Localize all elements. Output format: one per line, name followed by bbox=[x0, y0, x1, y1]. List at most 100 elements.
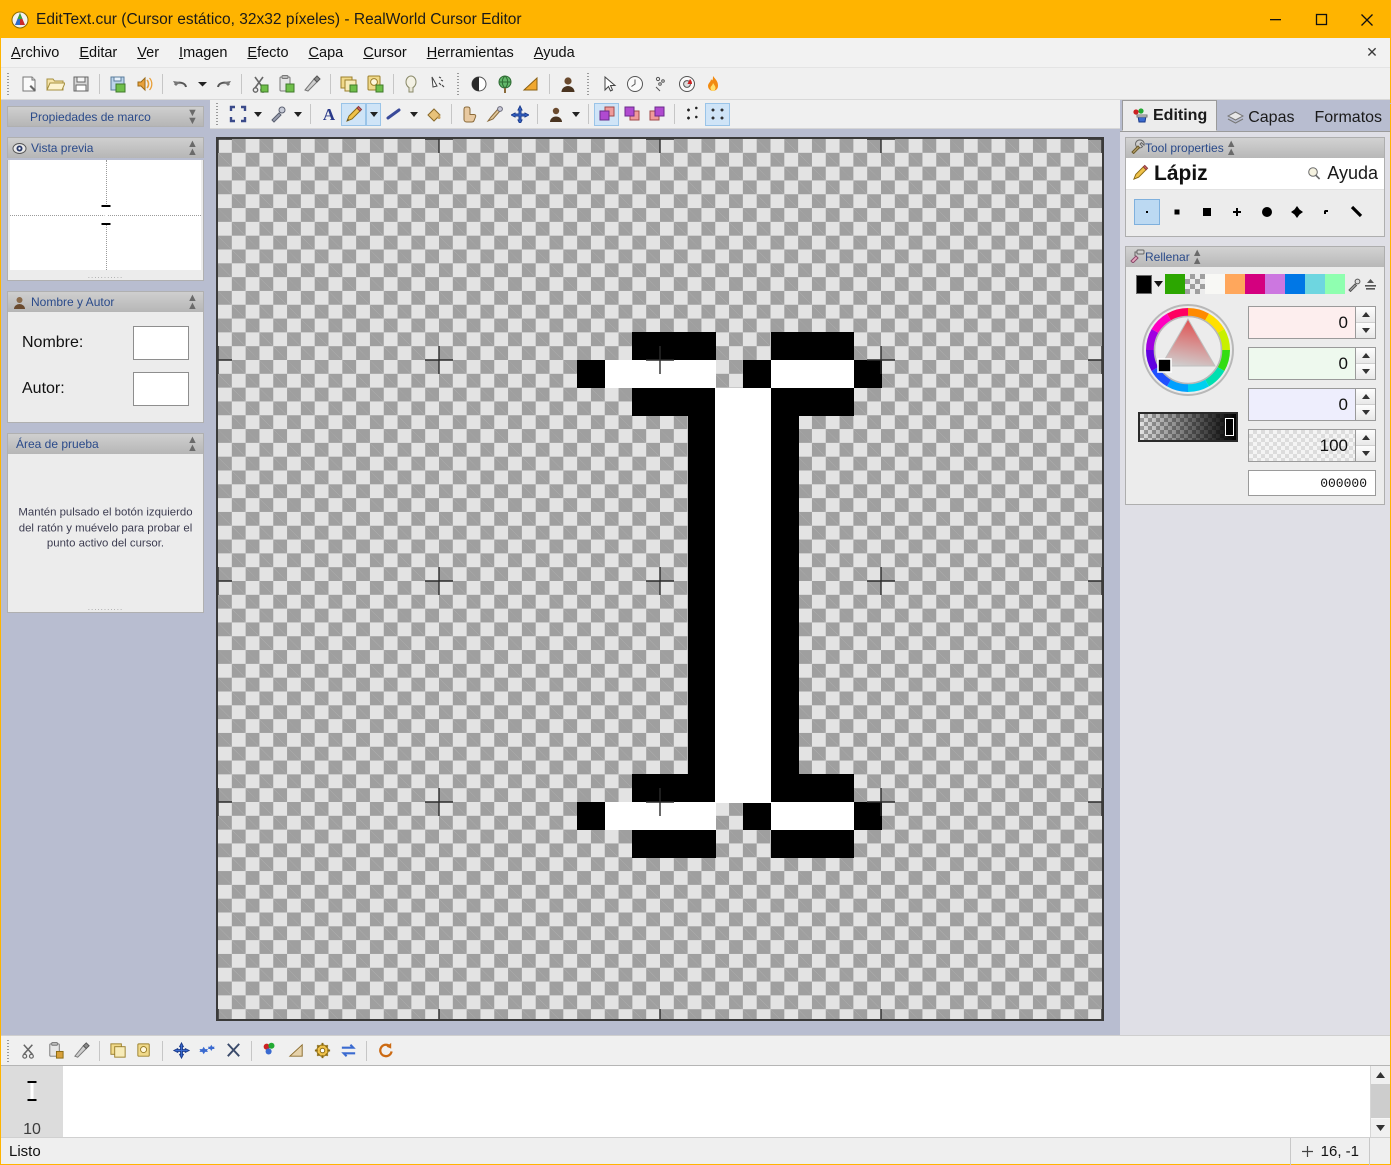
tab-editing[interactable]: Editing bbox=[1122, 100, 1218, 131]
canvas-pixel[interactable] bbox=[604, 360, 633, 389]
canvas-pixel[interactable] bbox=[742, 498, 772, 527]
canvas-pixel[interactable] bbox=[770, 387, 799, 416]
canvas-pixel[interactable] bbox=[715, 442, 744, 472]
canvas-pixel[interactable] bbox=[798, 387, 827, 416]
close-button[interactable] bbox=[1344, 1, 1390, 38]
canvas-pixel[interactable] bbox=[715, 525, 744, 554]
red-increment-button[interactable] bbox=[1356, 307, 1375, 323]
avatar-tool-dropdown[interactable] bbox=[568, 103, 583, 126]
test-area-header[interactable]: Área de prueba ▲ ▲ bbox=[7, 433, 204, 454]
canvas-pixel[interactable] bbox=[798, 774, 827, 803]
canvas-pixel[interactable] bbox=[715, 774, 744, 803]
double-up-chevron-icon[interactable]: ▲ ▲ bbox=[185, 293, 199, 312]
canvas-pixel[interactable] bbox=[742, 387, 772, 416]
canvas-pixel[interactable] bbox=[715, 581, 744, 610]
blue-decrement-button[interactable] bbox=[1356, 404, 1375, 420]
double-down-chevron-icon[interactable]: ▼ ▼ bbox=[185, 107, 199, 126]
canvas-pixel[interactable] bbox=[770, 525, 799, 554]
canvas-pixel[interactable] bbox=[687, 360, 716, 389]
green-increment-button[interactable] bbox=[1356, 348, 1375, 364]
close-document-icon[interactable]: ✕ bbox=[1363, 44, 1381, 61]
red-decrement-button[interactable] bbox=[1356, 322, 1375, 338]
minimize-button[interactable] bbox=[1252, 1, 1298, 38]
canvas-pixel[interactable] bbox=[770, 498, 799, 527]
frame-list[interactable] bbox=[63, 1066, 1370, 1137]
menu-cursor[interactable]: Cursor bbox=[353, 42, 417, 64]
canvas-pixel[interactable] bbox=[715, 387, 744, 416]
palette-swatch-orange[interactable] bbox=[1225, 274, 1246, 294]
copy-icon[interactable] bbox=[273, 71, 299, 97]
canvas-pixel[interactable] bbox=[687, 387, 716, 416]
line-tool[interactable] bbox=[381, 103, 406, 126]
canvas-pixel[interactable] bbox=[632, 829, 661, 858]
canvas-pixel[interactable] bbox=[687, 746, 716, 775]
cursor-test-surface[interactable]: Mantén pulsado el botón izquierdo del ra… bbox=[8, 454, 203, 604]
canvas-pixel[interactable] bbox=[687, 663, 716, 693]
toolbar-grip-3[interactable] bbox=[585, 72, 593, 95]
chevron-down-icon[interactable] bbox=[1371, 1119, 1390, 1137]
canvas-pixel[interactable] bbox=[742, 719, 772, 748]
canvas-pixel[interactable] bbox=[715, 691, 744, 720]
cut-frame-icon[interactable] bbox=[16, 1038, 42, 1064]
canvas-pixel[interactable] bbox=[687, 525, 716, 554]
canvas-pixel[interactable] bbox=[770, 802, 799, 831]
canvas-toolbar-grip[interactable] bbox=[214, 103, 222, 125]
canvas-pixel[interactable] bbox=[770, 663, 799, 693]
canvas-pixel[interactable] bbox=[798, 802, 827, 831]
grid-dense-icon[interactable] bbox=[705, 102, 730, 126]
canvas-pixel[interactable] bbox=[632, 332, 661, 361]
palette-swatch-checker[interactable] bbox=[1185, 274, 1206, 294]
palette-swatch-white[interactable] bbox=[1205, 274, 1226, 294]
canvas-pixel[interactable] bbox=[687, 719, 716, 748]
canvas-pixel[interactable] bbox=[660, 802, 689, 831]
canvas-pixel[interactable] bbox=[770, 774, 799, 803]
canvas-pixel[interactable] bbox=[742, 553, 772, 582]
avatar-icon[interactable] bbox=[555, 71, 581, 97]
palette-swatch-lightgreen[interactable] bbox=[1325, 274, 1346, 294]
canvas-pixel[interactable] bbox=[742, 415, 772, 444]
canvas-pixel[interactable] bbox=[798, 829, 827, 858]
publish-icon[interactable] bbox=[131, 71, 157, 97]
canvas-pixel[interactable] bbox=[825, 774, 854, 803]
test-area-resize-grip[interactable]: ........... bbox=[8, 604, 203, 612]
chevron-up-icon[interactable] bbox=[1371, 1066, 1390, 1084]
canvas-pixel[interactable] bbox=[742, 663, 772, 693]
brush-round-large[interactable] bbox=[1254, 199, 1280, 225]
alpha-gradient-slider[interactable] bbox=[1138, 412, 1238, 442]
canvas-pixel[interactable] bbox=[660, 360, 689, 389]
layer-middle[interactable] bbox=[619, 103, 644, 126]
canvas-pixel[interactable] bbox=[742, 746, 772, 775]
canvas-pixel[interactable] bbox=[715, 415, 744, 444]
canvas-pixel[interactable] bbox=[825, 829, 854, 858]
preview-header[interactable]: Vista previa ▲ ▲ bbox=[7, 137, 204, 158]
canvas-pixel[interactable] bbox=[687, 608, 716, 637]
select-invert-icon[interactable] bbox=[425, 71, 451, 97]
add-frame-icon[interactable] bbox=[168, 1038, 194, 1064]
add-frames-icon[interactable] bbox=[194, 1038, 220, 1064]
color-depth-icon[interactable] bbox=[257, 1038, 283, 1064]
canvas-pixel[interactable] bbox=[687, 581, 716, 610]
layer-back[interactable] bbox=[644, 103, 669, 126]
canvas-pixel[interactable] bbox=[825, 332, 854, 361]
double-up-chevron-icon[interactable]: ▲ ▲ bbox=[1190, 248, 1204, 267]
canvas-pixel[interactable] bbox=[742, 691, 772, 720]
canvas-pixel[interactable] bbox=[577, 360, 606, 389]
canvas-pixel[interactable] bbox=[770, 746, 799, 775]
settings-gear-icon[interactable] bbox=[309, 1038, 335, 1064]
canvas-pixel[interactable] bbox=[770, 553, 799, 582]
alpha-increment-button[interactable] bbox=[1356, 430, 1375, 446]
canvas-pixel[interactable] bbox=[742, 774, 772, 803]
name-input[interactable] bbox=[133, 326, 189, 360]
pencil-tool[interactable] bbox=[341, 102, 366, 126]
brush-cross-small[interactable] bbox=[1224, 199, 1250, 225]
canvas-pixel[interactable] bbox=[715, 608, 744, 637]
menu-archivo[interactable]: Archivo bbox=[1, 42, 69, 64]
canvas-pixel[interactable] bbox=[715, 470, 744, 499]
select-none-icon[interactable] bbox=[399, 71, 425, 97]
refresh-icon[interactable] bbox=[372, 1038, 398, 1064]
pixel-canvas[interactable] bbox=[216, 137, 1104, 1021]
alpha-decrement-button[interactable] bbox=[1356, 445, 1375, 461]
canvas-pixel[interactable] bbox=[660, 387, 689, 416]
canvas-pixel[interactable] bbox=[825, 360, 854, 389]
frame-thumbnail[interactable]: 10 bbox=[1, 1066, 63, 1138]
